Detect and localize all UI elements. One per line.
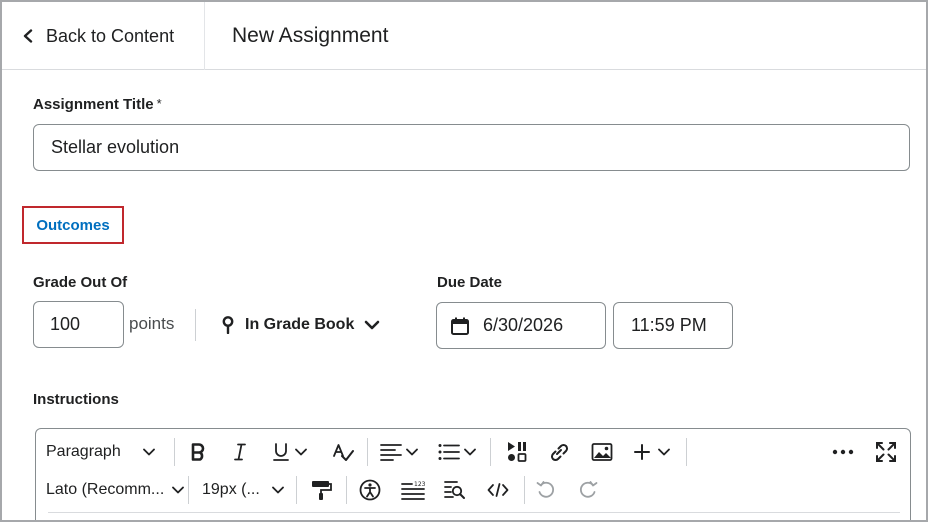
underline-icon [273,443,289,461]
required-marker: * [156,96,162,111]
chevron-down-icon [658,448,670,456]
assignment-title-label: Assignment Title * [33,96,162,113]
assignment-title-value: Stellar evolution [51,137,180,157]
due-time-value: 11:59 PM [631,315,707,335]
insert-more-dropdown[interactable] [634,433,670,471]
toolbar-separator [490,438,491,466]
toolbar-separator [367,438,368,466]
due-date-input[interactable]: 6/30/2026 [436,302,606,349]
page-title: New Assignment [232,24,389,47]
code-icon [487,483,509,497]
bulleted-list-icon [438,444,460,460]
bold-icon [191,443,205,461]
more-horizontal-icon [832,449,854,455]
editor-toolbar-row-2: Lato (Recomm... 19px (... 123 [36,471,910,509]
toolbar-separator [686,438,687,466]
spellcheck-icon [333,444,354,461]
toolbar-separator [188,476,189,504]
fullscreen-button[interactable] [876,433,896,471]
paint-roller-icon [312,481,332,500]
chevron-down-icon [464,448,476,456]
instructions-label: Instructions [33,391,119,408]
toolbar-separator [296,476,297,504]
back-to-content-button[interactable]: Back to Content [2,2,205,70]
word-count-button[interactable]: 123 [401,471,425,509]
chevron-down-icon [271,486,284,494]
due-date-value: 6/30/2026 [483,315,564,335]
font-size-dropdown[interactable]: 19px (... [202,471,284,509]
find-replace-button[interactable] [444,471,466,509]
editor-toolbar-divider [48,512,900,513]
undo-button[interactable] [536,471,556,509]
insert-media-button[interactable] [506,433,528,471]
underline-dropdown[interactable] [271,433,307,471]
chevron-down-icon [172,486,185,494]
svg-text:123: 123 [414,481,425,488]
toolbar-separator [174,438,175,466]
align-left-icon [380,444,402,461]
find-icon [444,481,465,499]
list-dropdown[interactable] [438,433,476,471]
toolbar-separator [524,476,525,504]
format-painter-button[interactable] [310,471,332,509]
toolbar-separator [346,476,347,504]
grade-out-of-label: Grade Out Of [33,274,128,291]
due-time-input[interactable]: 11:59 PM [613,302,733,349]
grade-separator [195,309,196,341]
media-icon [508,442,527,462]
chevron-down-icon [365,320,380,330]
grade-value: 100 [50,314,81,334]
font-color-button[interactable] [332,433,354,471]
redo-icon [579,481,598,498]
font-family-label: Lato (Recomm... [46,481,165,498]
back-label: Back to Content [46,25,175,46]
redo-button[interactable] [578,471,598,509]
accessibility-icon [359,479,381,501]
in-grade-book-dropdown[interactable]: In Grade Book [221,312,380,338]
assignment-editor-page: Back to Content New Assignment Assignmen… [0,0,928,522]
chevron-down-icon [142,448,155,456]
source-code-button[interactable] [487,471,509,509]
chevron-left-icon [23,29,33,43]
word-count-icon: 123 [401,481,425,500]
editor-toolbar-row-1: Paragraph [36,433,910,471]
points-unit-label: points [129,314,175,333]
chevron-down-icon [406,448,418,456]
due-date-label: Due Date [437,274,503,291]
outcomes-link[interactable]: Outcomes [22,206,124,244]
undo-icon [536,481,555,498]
in-grade-book-label: In Grade Book [245,316,355,333]
italic-icon [234,443,246,461]
map-pin-icon [222,316,234,334]
insert-image-button[interactable] [591,433,613,471]
accessibility-checker-button[interactable] [359,471,381,509]
block-format-dropdown[interactable]: Paragraph [46,433,155,471]
plus-icon [634,444,650,460]
instructions-editor: Paragraph Lato (Recomm... 19px (... 123 [35,428,911,520]
image-icon [591,443,613,461]
grade-out-of-input[interactable]: 100 [33,301,124,348]
chevron-down-icon [295,448,307,456]
page-header: Back to Content New Assignment [2,2,926,70]
font-family-dropdown[interactable]: Lato (Recomm... [46,471,185,509]
italic-button[interactable] [230,433,250,471]
align-dropdown[interactable] [380,433,418,471]
block-format-label: Paragraph [46,443,121,460]
fullscreen-icon [876,442,896,462]
calendar-icon [451,317,469,335]
insert-link-button[interactable] [548,433,570,471]
bold-button[interactable] [188,433,208,471]
assignment-title-input[interactable]: Stellar evolution [33,124,910,171]
link-icon [550,443,569,462]
more-actions-button[interactable] [832,433,854,471]
font-size-label: 19px (... [202,481,260,498]
